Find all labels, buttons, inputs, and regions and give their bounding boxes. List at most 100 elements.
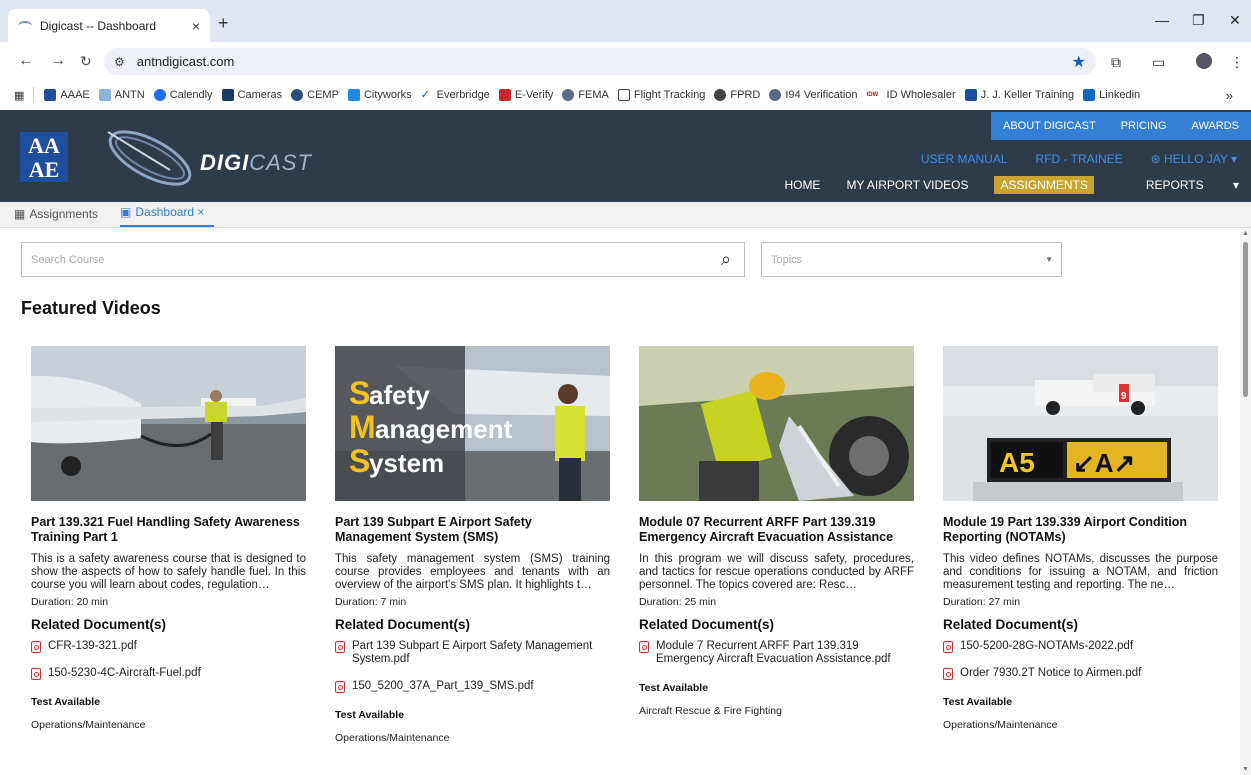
test-available-label: Test Available — [943, 696, 1013, 708]
profile-avatar[interactable] — [1196, 53, 1212, 69]
site-favicon-icon — [18, 20, 32, 31]
tab-assignments[interactable]: ▦ Assignments — [14, 207, 108, 227]
tab-close-icon[interactable]: × — [192, 18, 200, 34]
nav-assignments[interactable]: ASSIGNMENTS — [994, 176, 1094, 194]
related-doc-link[interactable]: Module 7 Recurrent ARFF Part 139.319 Eme… — [639, 640, 914, 666]
video-card[interactable]: Part 139.321 Fuel Handling Safety Awaren… — [31, 346, 306, 731]
related-docs-heading: Related Document(s) — [335, 617, 471, 632]
topics-select[interactable]: Topics ▼ — [761, 242, 1062, 277]
related-doc-link[interactable]: 150-5200-28G-NOTAMs-2022.pdf — [943, 640, 1218, 653]
digicast-swoosh-logo — [107, 130, 192, 186]
nav-my-airport-videos[interactable]: MY AIRPORT VIDEOS — [846, 178, 968, 192]
browser-tab[interactable]: Digicast -- Dashboard × — [8, 9, 210, 42]
card-title[interactable]: Module 07 Recurrent ARFF Part 139.319 Em… — [639, 515, 914, 545]
bookmark-label: CEMP — [307, 89, 339, 101]
back-icon[interactable]: ← — [18, 52, 34, 70]
aaae-logo[interactable]: AA AE — [20, 132, 68, 182]
video-thumbnail[interactable] — [31, 346, 306, 501]
bookmark-aaae[interactable]: AAAE — [44, 89, 90, 101]
scroll-down-icon[interactable]: ▼ — [1242, 766, 1249, 773]
tab-dashboard[interactable]: ▣ Dashboard × — [120, 205, 215, 227]
digicast-wordmark[interactable]: DIGICAST — [200, 150, 312, 176]
thumb-word-anagement: anagement — [375, 414, 513, 444]
bookmark-everbridge[interactable]: ✓ Everbridge — [421, 89, 490, 101]
bookmark-cameras[interactable]: Cameras — [221, 89, 282, 101]
browser-toolbar: ← → ↻ ⚙ antndigicast.com ★ ⧉ ▭ ⋮ — [0, 42, 1251, 80]
thumb-letter-s2: S — [349, 443, 370, 479]
card-title[interactable]: Module 19 Part 139.339 Airport Condition… — [943, 515, 1218, 545]
related-doc-link[interactable]: Order 7930.2T Notice to Airmen.pdf — [943, 667, 1218, 680]
grid-icon: ▦ — [14, 207, 26, 221]
sign-arrows: ↙A↗ — [1073, 448, 1135, 478]
video-card[interactable]: S afety M anagement S ystem Part 139 Sub… — [335, 346, 610, 744]
pricing-link[interactable]: PRICING — [1121, 120, 1167, 132]
bookmark-linkedin[interactable]: Linkedin — [1083, 89, 1140, 101]
main-nav: HOME MY AIRPORT VIDEOS ASSIGNMENTS REPOR… — [758, 176, 1239, 194]
video-card[interactable]: 9 A5 ↙A↗ Module 19 Part 139.339 Airport … — [943, 346, 1218, 731]
nav-reports[interactable]: REPORTS ▾ — [1120, 178, 1239, 192]
bookmark-fprd[interactable]: FPRD — [714, 89, 760, 101]
bookmark-fema[interactable]: FEMA — [562, 89, 609, 101]
reload-icon[interactable]: ↻ — [80, 53, 92, 70]
bookmark-i94[interactable]: I94 Verification — [769, 89, 858, 101]
doc-name: Part 139 Subpart E Airport Safety Manage… — [352, 640, 593, 665]
more-bookmarks-icon[interactable]: » — [1226, 88, 1233, 103]
role-link[interactable]: RFD - TRAINEE — [1036, 152, 1123, 166]
tab-label: Assignments — [29, 207, 99, 221]
related-doc-link[interactable]: CFR-139-321.pdf — [31, 640, 306, 653]
doc-name: CFR-139-321.pdf — [48, 640, 137, 652]
video-card[interactable]: Module 07 Recurrent ARFF Part 139.319 Em… — [639, 346, 914, 717]
truck-number: 9 — [1121, 391, 1127, 402]
bookmark-jj-keller[interactable]: J. J. Keller Training — [964, 89, 1074, 101]
bookmarks-bar: ▦ AAAE ANTN Calendly Cameras CEMP Citywo… — [0, 80, 1251, 110]
bookmark-star-icon[interactable]: ★ — [1072, 52, 1086, 72]
card-title[interactable]: Part 139 Subpart E Airport Safety Manage… — [335, 515, 610, 545]
about-digicast-link[interactable]: ABOUT DIGICAST — [1003, 120, 1096, 132]
address-bar[interactable]: ⚙ antndigicast.com ★ — [104, 48, 1096, 75]
jj-keller-icon — [964, 89, 977, 101]
site-info-icon[interactable]: ⚙ — [114, 55, 125, 69]
scroll-up-icon[interactable]: ▲ — [1242, 230, 1249, 237]
forward-icon[interactable]: → — [50, 52, 66, 70]
card-duration: Duration: 25 min — [639, 596, 717, 608]
minimize-icon[interactable]: — — [1155, 12, 1169, 28]
search-input[interactable] — [22, 243, 708, 276]
browser-tabstrip: Digicast -- Dashboard × + — ❐ ✕ — [0, 0, 1251, 42]
menu-icon[interactable]: ⋮ — [1230, 54, 1244, 71]
user-menu[interactable]: ⊛ HELLO JAY ▾ — [1151, 152, 1237, 166]
new-tab-icon[interactable]: + — [218, 13, 229, 34]
restore-icon[interactable]: ❐ — [1192, 12, 1205, 29]
nav-home[interactable]: HOME — [784, 178, 820, 192]
user-manual-link[interactable]: USER MANUAL — [921, 152, 1008, 166]
extensions-icon[interactable]: ⧉ — [1111, 54, 1121, 71]
search-icon[interactable]: ⌕ — [708, 249, 744, 270]
cast-icon[interactable]: ▭ — [1152, 54, 1165, 71]
bookmark-label: FEMA — [578, 89, 609, 101]
bookmark-calendly[interactable]: Calendly — [153, 89, 213, 101]
card-title[interactable]: Part 139.321 Fuel Handling Safety Awaren… — [31, 515, 306, 545]
related-doc-link[interactable]: 150_5200_37A_Part_139_SMS.pdf — [335, 680, 610, 693]
tab-title: Digicast -- Dashboard — [40, 18, 157, 33]
cameras-icon — [221, 89, 234, 101]
video-thumbnail[interactable] — [639, 346, 914, 501]
apps-icon[interactable]: ▦ — [14, 89, 24, 102]
thumb-letter-s1: S — [349, 375, 370, 411]
notams-thumbnail: 9 A5 ↙A↗ — [943, 346, 1218, 501]
bookmark-flight-tracking[interactable]: Flight Tracking — [617, 89, 705, 101]
bookmark-cemp[interactable]: CEMP — [291, 89, 339, 101]
bookmark-cityworks[interactable]: Cityworks — [347, 89, 412, 101]
related-doc-link[interactable]: Part 139 Subpart E Airport Safety Manage… — [335, 640, 610, 666]
awards-link[interactable]: AWARDS — [1192, 120, 1239, 132]
bookmark-everify[interactable]: E-Verify — [498, 89, 553, 101]
scrollbar-thumb[interactable] — [1243, 242, 1248, 397]
related-docs-heading: Related Document(s) — [31, 617, 167, 632]
video-thumbnail[interactable]: S afety M anagement S ystem — [335, 346, 610, 501]
bookmark-antn[interactable]: ANTN — [98, 89, 145, 101]
related-doc-link[interactable]: 150-5230-4C-Aircraft-Fuel.pdf — [31, 667, 306, 680]
test-available-label: Test Available — [31, 696, 101, 708]
page-scrollbar[interactable]: ▲ ▼ — [1240, 228, 1251, 775]
search-course: ⌕ — [21, 242, 745, 277]
video-thumbnail[interactable]: 9 A5 ↙A↗ — [943, 346, 1218, 501]
bookmark-id-wholesaler[interactable]: IDW ID Wholesaler — [867, 89, 956, 101]
close-window-icon[interactable]: ✕ — [1229, 12, 1241, 29]
